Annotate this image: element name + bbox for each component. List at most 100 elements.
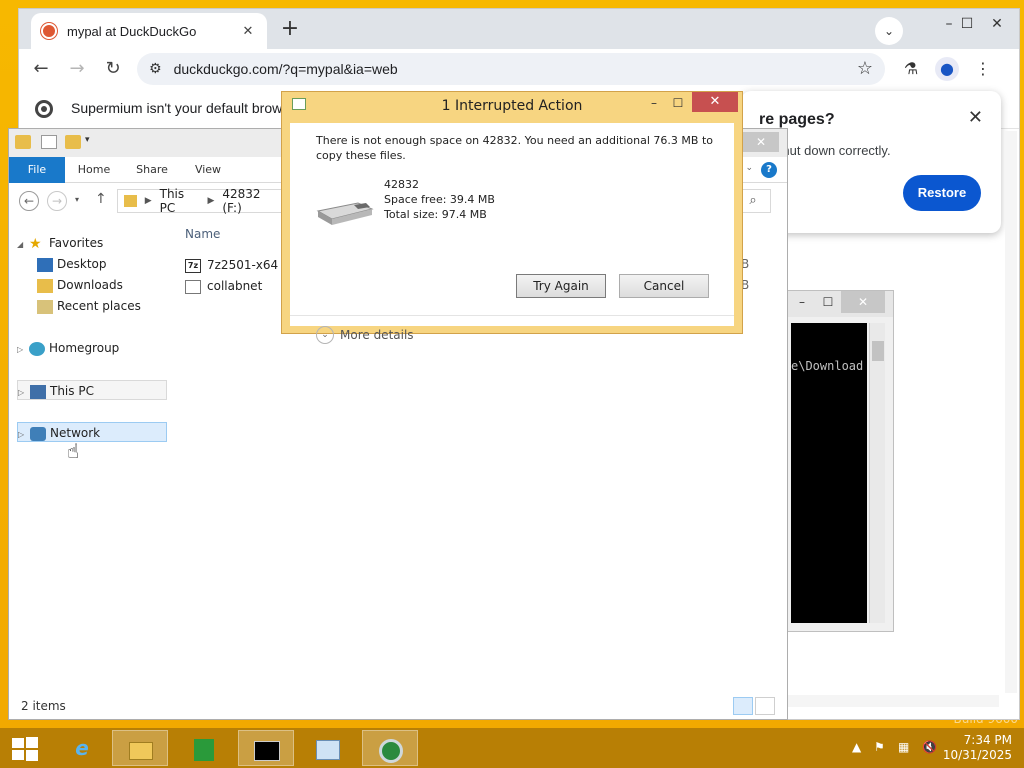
restore-button[interactable]: Restore	[903, 175, 981, 211]
dialog-body: There is not enough space on 42832. You …	[290, 123, 734, 344]
customize-chevron-icon[interactable]: ▾	[85, 135, 101, 149]
supermium-browser-icon	[377, 735, 405, 763]
recent-places-icon	[37, 299, 53, 314]
explorer-address-bar[interactable]: ▶ This PC ▶ 42832 (F:)	[117, 187, 287, 215]
chevron-down-icon: ⌄	[316, 326, 334, 344]
more-details-toggle[interactable]: ⌄ More details	[316, 326, 414, 344]
tab-strip: mypal at DuckDuckGo ✕ + ⌄ – ☐ ✕	[19, 9, 1019, 49]
cmd-maximize-icon[interactable]: ☐	[819, 291, 837, 313]
forward-icon[interactable]: →	[65, 57, 89, 81]
breadcrumb-drive[interactable]: 42832 (F:)	[222, 187, 278, 215]
nav-homegroup[interactable]: ▷ Homegroup	[17, 338, 167, 358]
try-again-button[interactable]: Try Again	[516, 274, 606, 298]
browser-logo-icon	[35, 100, 53, 118]
collapsed-arrow-icon[interactable]: ▷	[18, 425, 30, 445]
explorer-close-icon[interactable]: ✕	[743, 132, 779, 152]
store-icon	[190, 734, 218, 762]
nav-desktop[interactable]: Desktop	[37, 254, 187, 274]
cmd-console[interactable]: e\Download	[791, 323, 867, 623]
cmd-scrollbar[interactable]	[869, 323, 885, 623]
list-item[interactable]: collabnet	[185, 276, 285, 296]
taskbar-performance-monitor[interactable]	[300, 730, 356, 766]
properties-icon[interactable]	[41, 135, 57, 149]
recent-locations-chevron-icon[interactable]: ▾	[75, 195, 79, 204]
up-arrow-icon[interactable]: ↑	[95, 191, 107, 207]
explorer-forward-icon[interactable]: →	[47, 191, 67, 211]
more-details-label: More details	[340, 328, 414, 342]
network-icon	[30, 426, 46, 441]
new-tab-button[interactable]: +	[277, 17, 303, 43]
cancel-button[interactable]: Cancel	[619, 274, 709, 298]
cmd-minimize-icon[interactable]: –	[793, 291, 811, 313]
7zip-archive-icon: 7z	[185, 258, 201, 273]
nav-recent-places[interactable]: Recent places	[37, 296, 187, 316]
ribbon-expand-chevron-icon[interactable]: ⌄	[745, 163, 753, 173]
column-header-name[interactable]: Name	[185, 227, 220, 241]
tab-search-chevron-icon[interactable]: ⌄	[875, 17, 903, 45]
cmd-scroll-thumb[interactable]	[872, 341, 884, 361]
large-icons-view-icon[interactable]	[755, 697, 775, 715]
volume-muted-icon[interactable]: 🔇	[922, 740, 937, 754]
drive-space-free: Space free: 39.4 MB	[384, 193, 495, 206]
dialog-maximize-icon[interactable]: ☐	[668, 94, 688, 112]
new-folder-icon[interactable]	[65, 135, 81, 149]
nav-desktop-label: Desktop	[57, 257, 107, 271]
menu-kebab-icon[interactable]: ⋮	[971, 57, 995, 81]
cmd-titlebar: – ☐ ✕	[771, 291, 893, 317]
taskbar-internet-explorer[interactable]: e	[54, 730, 110, 766]
dialog-close-icon[interactable]: ✕	[692, 92, 738, 112]
tab-file[interactable]: File	[9, 157, 65, 183]
url-text[interactable]: duckduckgo.com/?q=mypal&ia=web	[174, 61, 398, 77]
tab-view[interactable]: View	[185, 157, 231, 183]
expanded-arrow-icon[interactable]: ◢	[17, 235, 29, 255]
nav-downloads-label: Downloads	[57, 278, 123, 292]
tab-duckduckgo[interactable]: mypal at DuckDuckGo ✕	[31, 13, 267, 49]
breadcrumb-this-pc[interactable]: This PC	[160, 187, 200, 215]
start-windows-icon[interactable]	[10, 736, 38, 761]
list-item[interactable]: 7z 7z2501-x64	[185, 255, 285, 275]
dialog-minimize-icon[interactable]: –	[644, 94, 664, 112]
breadcrumb-separator-icon[interactable]: ▶	[145, 196, 152, 206]
back-icon[interactable]: ←	[29, 57, 53, 81]
action-center-flag-icon[interactable]: ⚑	[874, 740, 885, 754]
help-icon[interactable]: ?	[761, 162, 777, 178]
details-view-icon[interactable]	[733, 697, 753, 715]
profile-avatar-icon[interactable]: ●	[935, 57, 959, 81]
file-icon	[185, 279, 201, 294]
restore-close-icon[interactable]: ✕	[968, 107, 983, 128]
folder-icon	[15, 135, 31, 149]
taskbar-file-explorer[interactable]	[112, 730, 168, 766]
tab-close-icon[interactable]: ✕	[239, 24, 257, 39]
cmd-close-icon[interactable]: ✕	[841, 291, 885, 313]
page-vertical-scrollbar[interactable]	[1005, 131, 1017, 693]
nav-this-pc-label: This PC	[50, 384, 94, 398]
collapsed-arrow-icon[interactable]: ▷	[18, 383, 30, 403]
nav-recent-label: Recent places	[57, 299, 141, 313]
explorer-back-icon[interactable]: ←	[19, 191, 39, 211]
homegroup-icon	[29, 341, 45, 356]
interrupted-action-dialog: 1 Interrupted Action – ☐ ✕ There is not …	[281, 91, 743, 344]
labs-flask-icon[interactable]: ⚗	[899, 57, 923, 81]
network-tray-icon[interactable]: ▦	[898, 740, 909, 754]
tab-share[interactable]: Share	[129, 157, 175, 183]
show-hidden-icons-chevron-icon[interactable]: ▲	[852, 740, 861, 754]
system-clock[interactable]: 7:34 PM 10/31/2025	[943, 733, 1012, 763]
taskbar-supermium[interactable]	[362, 730, 418, 766]
reload-icon[interactable]: ↻	[101, 57, 125, 81]
taskbar-command-prompt[interactable]	[238, 730, 294, 766]
bookmark-star-icon[interactable]: ☆	[857, 58, 873, 79]
computer-icon	[30, 384, 46, 399]
taskbar-store[interactable]	[176, 730, 232, 766]
taskbar: e ▲ ⚑ ▦ 🔇 7:34 PM 10/31/2025	[0, 728, 1024, 768]
site-info-icon[interactable]: ⚙	[149, 61, 162, 77]
page-horizontal-scrollbar[interactable]	[779, 695, 999, 707]
nav-network[interactable]: ▷ Network	[17, 422, 167, 442]
nav-downloads[interactable]: Downloads	[37, 275, 187, 295]
breadcrumb-separator-icon[interactable]: ▶	[207, 196, 214, 206]
tab-home[interactable]: Home	[71, 157, 117, 183]
nav-this-pc[interactable]: ▷ This PC	[17, 380, 167, 400]
close-icon[interactable]: ✕	[979, 11, 1015, 37]
collapsed-arrow-icon[interactable]: ▷	[17, 340, 29, 360]
nav-favorites[interactable]: ◢ ★ Favorites	[17, 233, 167, 253]
address-bar[interactable]: ⚙ duckduckgo.com/?q=mypal&ia=web ☆	[137, 53, 885, 85]
